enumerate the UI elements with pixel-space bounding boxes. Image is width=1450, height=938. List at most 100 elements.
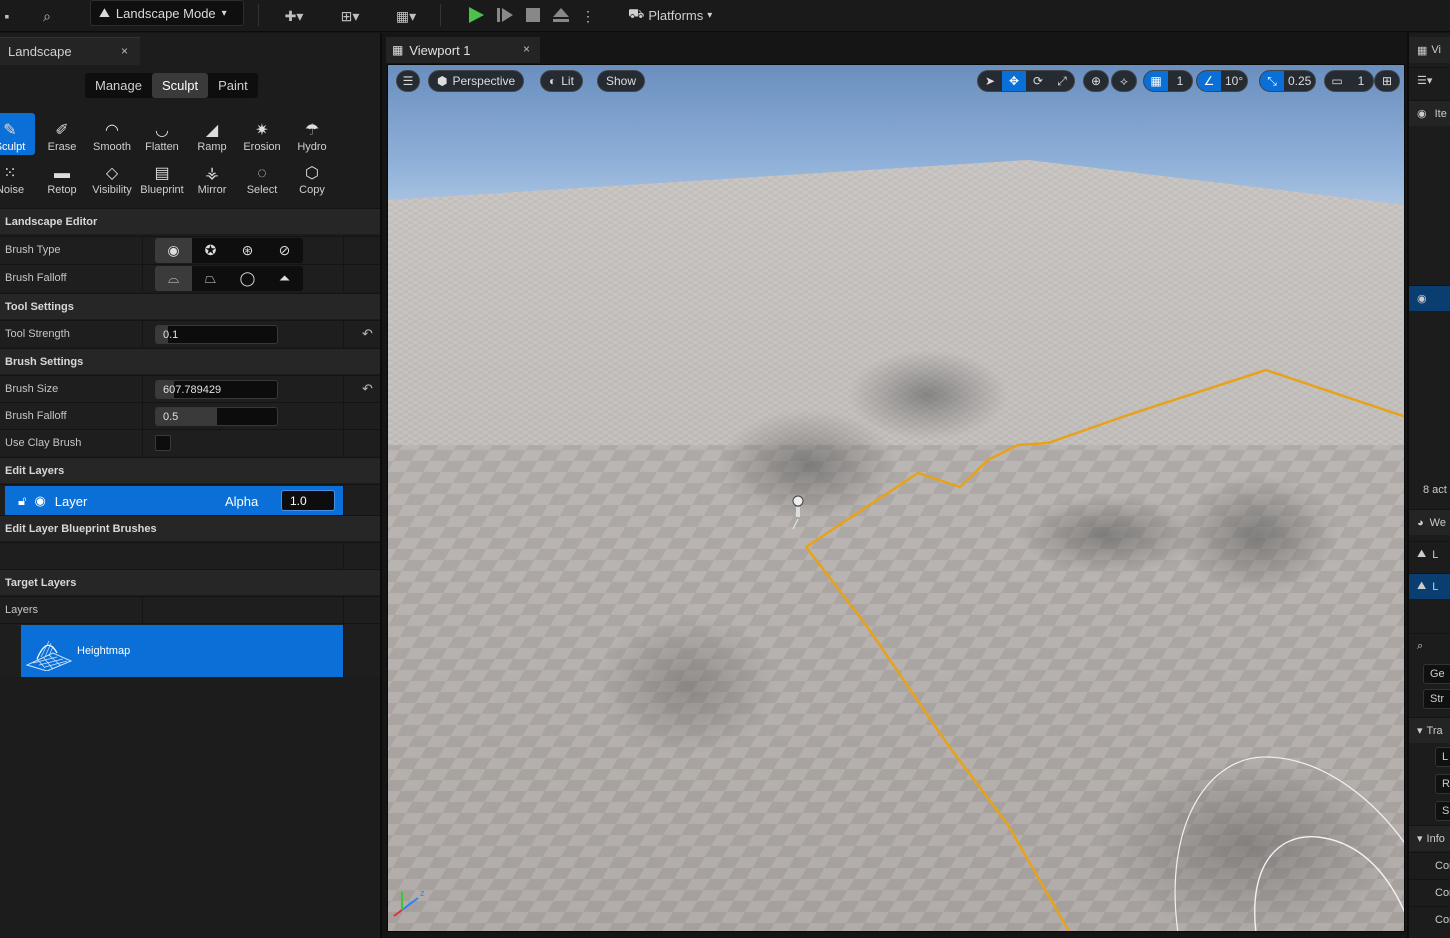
landscape-row[interactable]: ⛰ L xyxy=(1409,541,1450,567)
general-filter-button[interactable]: Ge xyxy=(1423,664,1450,684)
tool-visibility-button[interactable]: ◇ Visibility xyxy=(87,156,137,198)
tool-flatten-button[interactable]: ◡ Flatten xyxy=(137,113,187,155)
world-globe-icon[interactable]: ⊕ xyxy=(1084,71,1108,91)
tab-sculpt[interactable]: Sculpt xyxy=(151,73,209,98)
section-landscape-editor[interactable]: Landscape Editor xyxy=(0,208,380,234)
brush-type-circle-icon[interactable]: ◉ xyxy=(155,238,192,263)
grid-snap-icon[interactable]: ▦ xyxy=(1144,71,1168,91)
more-options-icon[interactable]: ⋮ xyxy=(581,4,595,28)
heightmap-layer-item[interactable]: Heightmap xyxy=(21,625,343,677)
eject-icon[interactable] xyxy=(551,5,571,25)
details-search-row[interactable]: ⌕ xyxy=(1409,633,1450,659)
tab-viewport-1[interactable]: ▦ Viewport 1 × xyxy=(386,37,540,63)
scale-snap-icon[interactable]: ⤡ xyxy=(1260,71,1284,91)
brush-falloff-input[interactable]: 0.5 xyxy=(155,407,278,426)
lock-icon[interactable]: 🔓︎ xyxy=(18,493,26,509)
falloff-linear-icon[interactable]: ⏢ xyxy=(192,266,229,291)
landscape-component-row[interactable]: ⛰ L xyxy=(1409,573,1450,599)
close-icon[interactable]: × xyxy=(523,42,530,56)
info-section[interactable]: ▾ Info xyxy=(1409,825,1450,851)
tool-noise-button[interactable]: ⁙ Noise xyxy=(0,156,35,198)
tool-sculpt-button[interactable]: ✎ Sculpt xyxy=(0,113,35,155)
add-actor-icon[interactable]: ✚▾ xyxy=(274,4,314,28)
tool-copy-button[interactable]: ⬡ Copy xyxy=(287,156,337,198)
blueprint-icon: ▤ xyxy=(154,165,170,182)
viewport-options-button[interactable]: ☰ xyxy=(396,70,420,92)
brush-type-pattern-icon[interactable]: ⊛ xyxy=(229,238,266,263)
tool-select-button[interactable]: ◌ Select xyxy=(237,156,287,198)
tool-strength-input[interactable]: 0.1 xyxy=(155,325,278,344)
mode-selector-button[interactable]: ⛰ Landscape Mode ▾ xyxy=(90,0,244,26)
tab-paint[interactable]: Paint xyxy=(208,73,258,98)
scale-snap-value[interactable]: 0.25 xyxy=(1284,71,1315,91)
section-edit-layer-blueprint-brushes[interactable]: Edit Layer Blueprint Brushes xyxy=(0,515,380,541)
cinematics-icon[interactable]: ▦▾ xyxy=(386,4,426,28)
brush-type-component-icon[interactable]: ⊘ xyxy=(266,238,303,263)
blueprint-menu-icon[interactable]: ⊞▾ xyxy=(330,4,370,28)
tool-erase-button[interactable]: ✐ Erase xyxy=(37,113,87,155)
eye-icon[interactable]: ◉ xyxy=(34,493,45,509)
tool-label: Ramp xyxy=(197,141,227,153)
save-icon[interactable]: ▪ xyxy=(0,4,14,28)
grid-snap-value[interactable]: 1 xyxy=(1168,71,1192,91)
section-brush-settings[interactable]: Brush Settings xyxy=(0,348,380,374)
rotation-field[interactable]: R xyxy=(1435,774,1450,794)
translate-icon[interactable]: ✥ xyxy=(1002,71,1026,91)
camera-speed-icon[interactable]: ▭ xyxy=(1325,71,1349,91)
falloff-spherical-icon[interactable]: ◯ xyxy=(229,266,266,291)
show-label: Show xyxy=(606,74,637,88)
brush-type-alpha-icon[interactable]: ✪ xyxy=(192,238,229,263)
tab-outliner[interactable]: ▦ Vi xyxy=(1409,37,1450,63)
outliner-selected-row[interactable]: ◉ xyxy=(1409,285,1450,311)
perspective-button[interactable]: ⬢ Perspective xyxy=(428,70,525,92)
streaming-filter-button[interactable]: Str xyxy=(1423,689,1450,709)
tool-mirror-button[interactable]: ⚶ Mirror xyxy=(187,156,237,198)
rotation-snap-icon[interactable]: ∠ xyxy=(1197,71,1221,91)
tool-ramp-button[interactable]: ◢ Ramp xyxy=(187,113,237,155)
tool-blueprint-button[interactable]: ▤ Blueprint xyxy=(137,156,187,198)
select-arrow-icon[interactable]: ➤ xyxy=(978,71,1002,91)
alpha-input[interactable]: 1.0 xyxy=(281,490,335,511)
camera-speed-value[interactable]: 1 xyxy=(1349,71,1373,91)
tool-retop-button[interactable]: ▬ Retop xyxy=(37,156,87,198)
advance-frame-icon[interactable] xyxy=(495,5,515,25)
rotation-snap-value[interactable]: 10° xyxy=(1221,71,1247,91)
eye-icon[interactable]: ◉ xyxy=(1417,292,1427,305)
stop-icon[interactable] xyxy=(523,5,543,25)
eye-icon[interactable]: ◉ xyxy=(1417,107,1427,120)
edit-layer-item[interactable]: 🔓︎ ◉ Layer Alpha 1.0 xyxy=(5,486,343,516)
falloff-tip-icon[interactable]: ⏶ xyxy=(266,266,303,291)
play-icon[interactable] xyxy=(466,5,486,25)
section-edit-layers[interactable]: Edit Layers xyxy=(0,457,380,483)
layout-grid-icon[interactable]: ⊞ xyxy=(1375,71,1399,91)
tool-erosion-button[interactable]: ✷ Erosion xyxy=(237,113,287,155)
reset-to-default-icon[interactable]: ↶ xyxy=(362,381,373,397)
level-viewport[interactable]: z ☰ ⬢ Perspective ◐ Lit Show ➤ ✥ ⟳ ⤢ ⊕ ⟡… xyxy=(387,64,1405,932)
tab-manage[interactable]: Manage xyxy=(85,73,152,98)
rotate-icon[interactable]: ⟳ xyxy=(1026,71,1050,91)
close-icon[interactable]: × xyxy=(121,44,128,58)
use-clay-brush-checkbox[interactable] xyxy=(155,435,171,451)
section-target-layers[interactable]: Target Layers xyxy=(0,569,380,595)
falloff-smooth-icon[interactable]: ⌓ xyxy=(155,266,192,291)
transform-section[interactable]: ▾ Tra xyxy=(1409,717,1450,743)
scale-field[interactable]: S xyxy=(1435,801,1450,821)
tab-landscape[interactable]: Landscape × xyxy=(0,37,140,65)
platforms-button[interactable]: ⛟ Platforms ▾ xyxy=(628,3,712,27)
view-mode-button[interactable]: ◐ Lit xyxy=(540,70,583,92)
reset-to-default-icon[interactable]: ↶ xyxy=(362,326,373,342)
scale-icon[interactable]: ⤢ xyxy=(1050,71,1074,91)
tool-smooth-button[interactable]: ◠ Smooth xyxy=(87,113,137,155)
show-flags-button[interactable]: Show xyxy=(597,70,646,92)
filter-icon[interactable]: ☰▾ xyxy=(1417,74,1432,87)
content-browser-icon[interactable]: ⌕ xyxy=(34,4,60,28)
surface-snap-icon[interactable]: ⟡ xyxy=(1112,71,1136,91)
world-row[interactable]: ◕ We xyxy=(1409,509,1450,535)
section-tool-settings[interactable]: Tool Settings xyxy=(0,293,380,319)
noise-icon: ⁙ xyxy=(3,165,17,182)
flatten-icon: ◡ xyxy=(155,122,169,139)
location-field[interactable]: L xyxy=(1435,747,1450,767)
brush-size-input[interactable]: 607.789429 xyxy=(155,380,278,399)
search-icon[interactable]: ⌕ xyxy=(1417,640,1423,653)
tool-hydro-button[interactable]: ☂ Hydro xyxy=(287,113,337,155)
